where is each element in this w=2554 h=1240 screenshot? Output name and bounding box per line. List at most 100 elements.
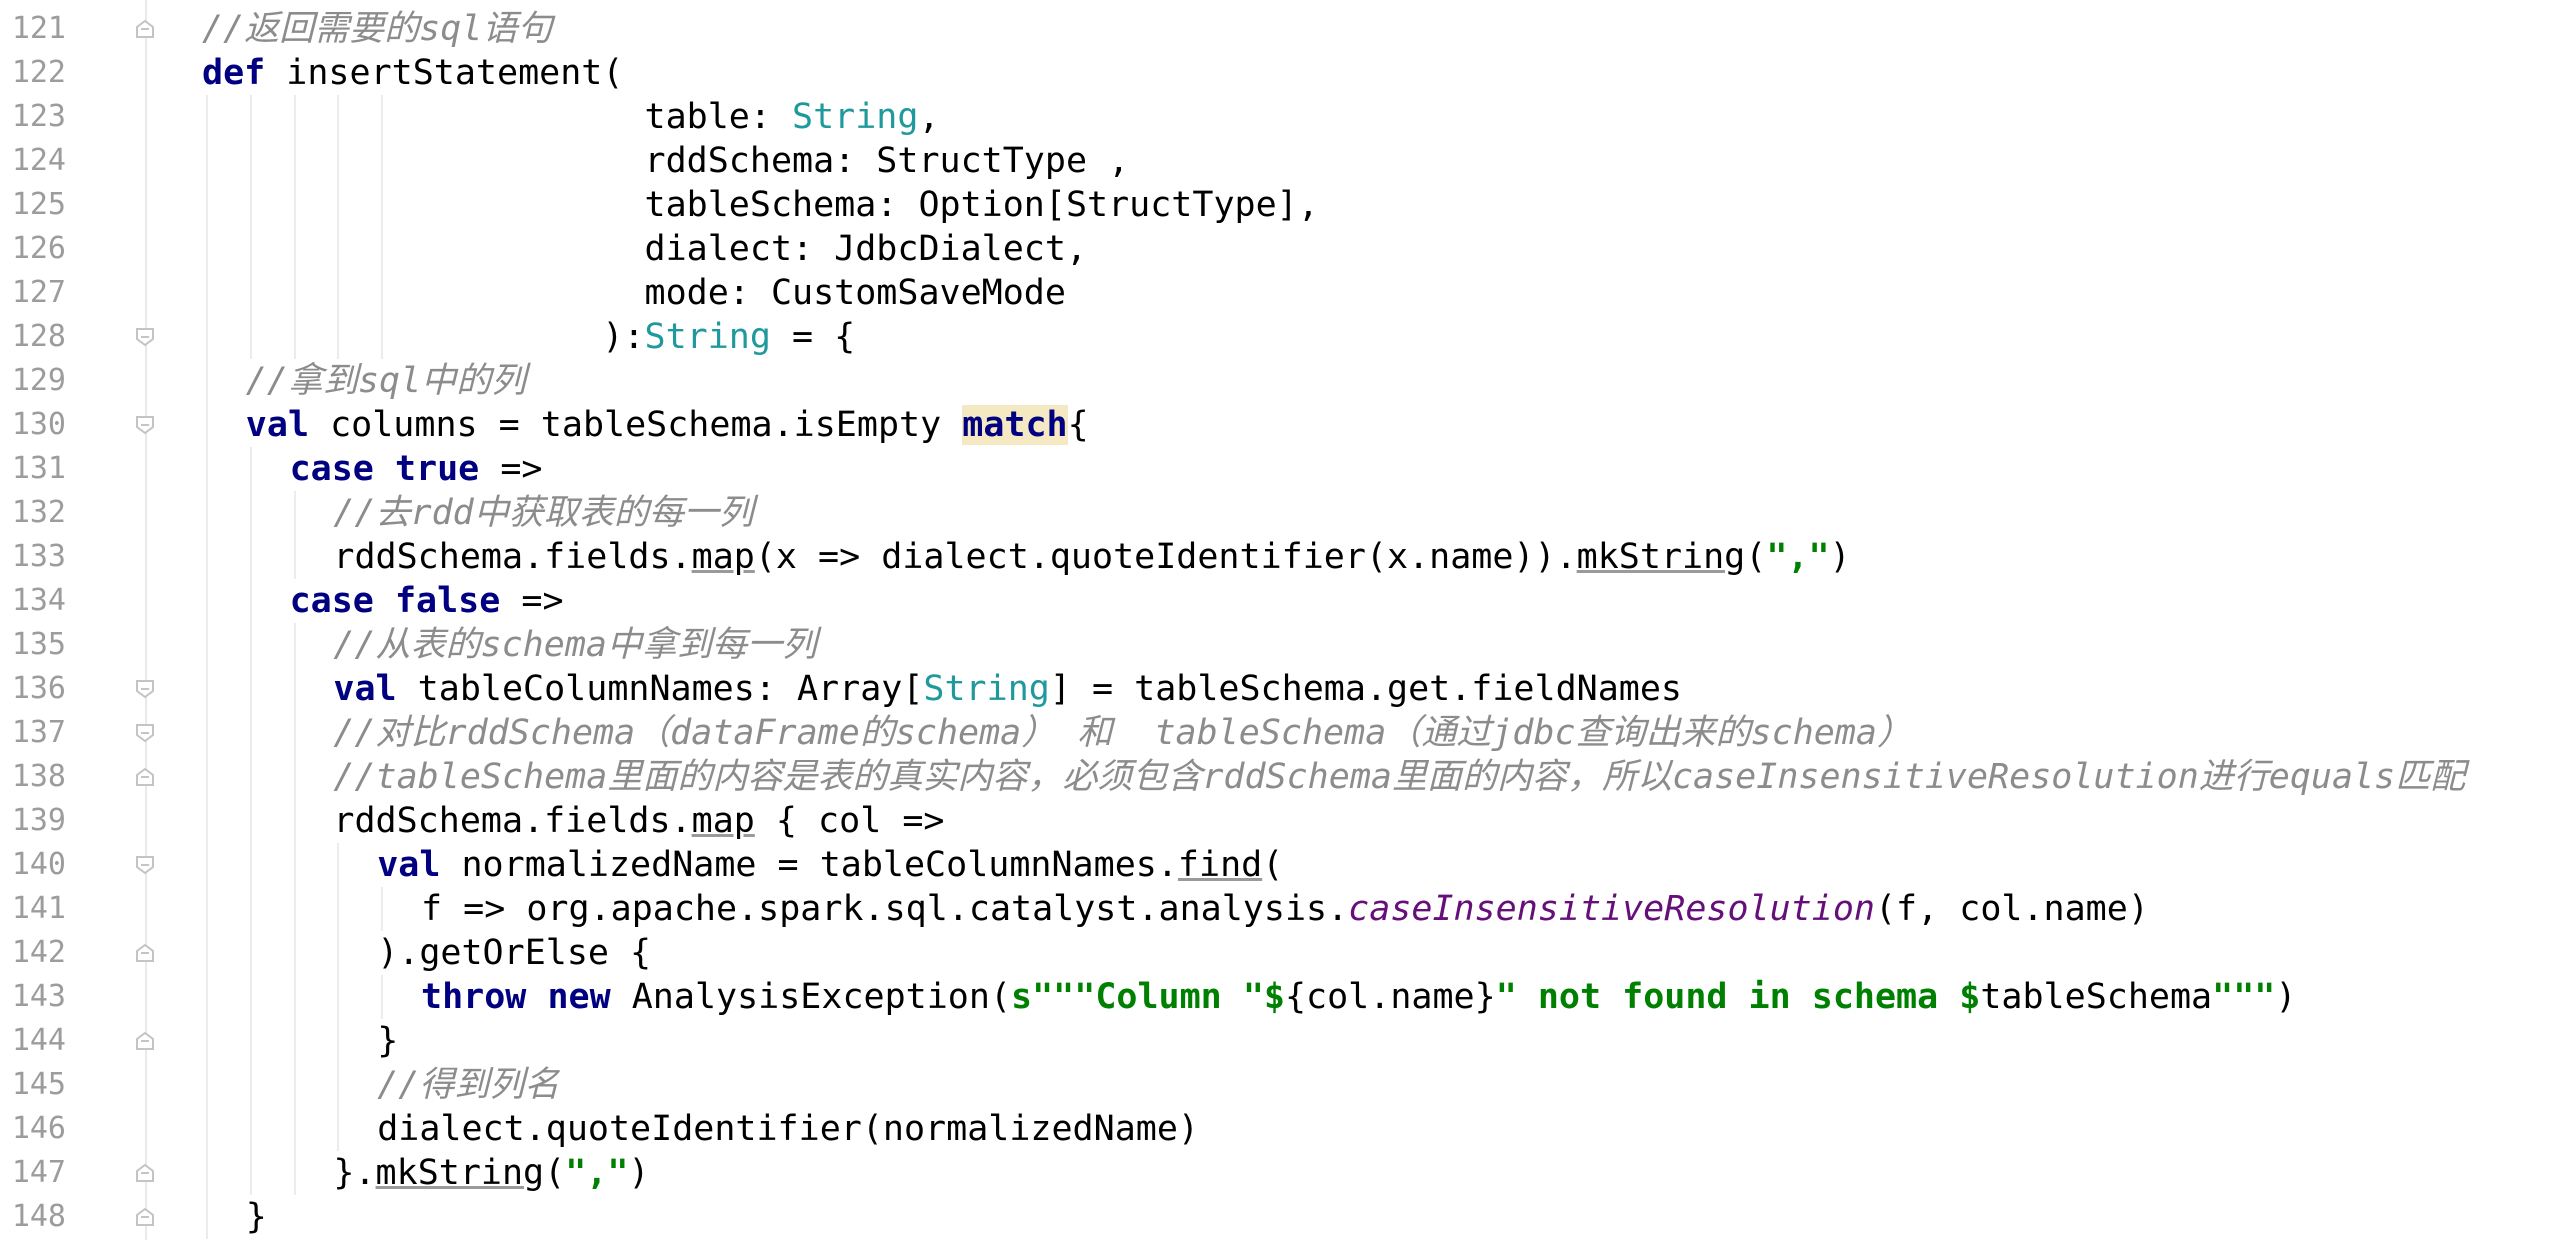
code-token: //得到列名 [377, 1065, 560, 1105]
code-line[interactable]: val normalizedName = tableColumnNames.fi… [377, 843, 2554, 887]
line-number: 148 [11, 1199, 66, 1234]
code-token: rddSchema.fields. [333, 537, 692, 577]
indent-guide [381, 975, 384, 1019]
code-token: String [644, 317, 771, 357]
code-token: dialect.quoteIdentifier(normalizedName) [377, 1109, 1199, 1149]
code-token: " not found in schema $ [1495, 977, 1981, 1017]
code-line[interactable]: rddSchema.fields.map(x => dialect.quoteI… [333, 535, 2554, 579]
line-number: 136 [11, 671, 66, 706]
code-line[interactable]: //tableSchema里面的内容是表的真实内容，必须包含rddSchema里… [333, 755, 2554, 799]
code-token: false [394, 581, 501, 621]
code-token: }. [333, 1153, 376, 1193]
line-number: 143 [11, 979, 66, 1014]
code-token: "," [1766, 537, 1830, 577]
code-line[interactable]: } [246, 1195, 2554, 1239]
line-number: 137 [11, 715, 66, 750]
code-token: ) [628, 1153, 650, 1193]
code-token: ( [1745, 537, 1767, 577]
code-line[interactable]: ).getOrElse { [377, 931, 2554, 975]
code-token: "," [565, 1153, 629, 1193]
code-token: => [479, 449, 543, 489]
code-token: table: [202, 97, 793, 137]
code-token: , [918, 97, 940, 137]
line-number: 139 [11, 803, 66, 838]
fold-end-icon[interactable] [134, 942, 156, 964]
code-line[interactable]: f => org.apache.spark.sql.catalyst.analy… [421, 887, 2554, 931]
code-line[interactable]: //返回需要的sql语句 [202, 7, 2554, 51]
line-number: 140 [11, 847, 66, 882]
code-line[interactable]: throw new AnalysisException(s"""Column "… [421, 975, 2554, 1019]
code-token: mkString [1576, 537, 1746, 577]
code-token: ) [1829, 537, 1851, 577]
code-token: rddSchema: StructType , [202, 141, 1130, 181]
indent-guide [381, 887, 384, 931]
fold-end-icon[interactable] [134, 1162, 156, 1184]
line-number: 144 [11, 1023, 66, 1058]
code-token: true [394, 449, 480, 489]
code-line[interactable]: rddSchema.fields.map { col => [333, 799, 2554, 843]
fold-start-icon[interactable] [134, 722, 156, 744]
code-token: tableSchema: Option[StructType], [202, 185, 1319, 225]
fold-start-icon[interactable] [134, 326, 156, 348]
code-line[interactable]: val columns = tableSchema.isEmpty match{ [246, 403, 2554, 447]
indent-guide [293, 623, 296, 1195]
code-line[interactable]: val tableColumnNames: Array[String] = ta… [333, 667, 2554, 711]
fold-end-icon[interactable] [134, 766, 156, 788]
code-line[interactable]: //得到列名 [377, 1063, 2554, 1107]
code-line[interactable]: //去rdd中获取表的每一列 [333, 491, 2554, 535]
code-token: //拿到sql中的列 [245, 361, 527, 401]
line-number: 131 [11, 451, 66, 486]
code-token: } [245, 1197, 267, 1237]
code-line[interactable]: case true => [290, 447, 2554, 491]
code-line[interactable]: def insertStatement( [202, 51, 2554, 95]
code-token: ] = tableSchema.get.fieldNames [1049, 669, 1682, 709]
fold-end-icon[interactable] [134, 1206, 156, 1228]
fold-start-icon[interactable] [134, 414, 156, 436]
code-token: AnalysisException( [610, 977, 1012, 1017]
code-line[interactable]: } [377, 1019, 2554, 1063]
code-token: match [962, 405, 1068, 445]
fold-end-icon[interactable] [134, 1030, 156, 1052]
code-line[interactable]: table: String, [202, 95, 2554, 139]
code-token: } [377, 1021, 399, 1061]
code-line[interactable]: //从表的schema中拿到每一列 [333, 623, 2554, 667]
code-line[interactable]: dialect.quoteIdentifier(normalizedName) [377, 1107, 2554, 1151]
line-number: 133 [11, 539, 66, 574]
code-token: f => org.apache.spark.sql.catalyst.analy… [421, 889, 1349, 929]
code-token: ).getOrElse { [377, 933, 652, 973]
code-line[interactable]: mode: CustomSaveMode [202, 271, 2554, 315]
code-line[interactable]: case false => [290, 579, 2554, 623]
line-number: 145 [11, 1067, 66, 1102]
code-token: dialect: JdbcDialect, [202, 229, 1088, 269]
line-number: 128 [11, 319, 66, 354]
fold-start-icon[interactable] [134, 678, 156, 700]
code-token: tableSchema [1980, 977, 2213, 1017]
code-token: //从表的schema中拿到每一列 [333, 625, 817, 665]
code-line[interactable]: ):String = { [202, 315, 2554, 359]
code-token: { col => [754, 801, 945, 841]
code-token: new [547, 977, 611, 1017]
fold-end-icon[interactable] [134, 18, 156, 40]
code-token: case [289, 449, 374, 489]
line-number: 121 [11, 11, 66, 46]
code-line[interactable]: tableSchema: Option[StructType], [202, 183, 2554, 227]
line-number: 135 [11, 627, 66, 662]
code-line[interactable]: }.mkString(",") [333, 1151, 2554, 1195]
code-line[interactable]: dialect: JdbcDialect, [202, 227, 2554, 271]
code-token: rddSchema.fields. [333, 801, 692, 841]
code-token: {col.name} [1284, 977, 1496, 1017]
code-line[interactable]: //对比rddSchema（dataFrame的schema） 和 tableS… [333, 711, 2554, 755]
line-number: 146 [11, 1111, 66, 1146]
code-line[interactable]: //拿到sql中的列 [246, 359, 2554, 403]
code-token: (f, col.name) [1874, 889, 2149, 929]
code-token: (x => dialect.quoteIdentifier(x.name)). [754, 537, 1577, 577]
code-token: ) [2275, 977, 2297, 1017]
code-token: find [1177, 845, 1263, 885]
code-line[interactable]: rddSchema: StructType , [202, 139, 2554, 183]
line-number: 142 [11, 935, 66, 970]
fold-start-icon[interactable] [134, 854, 156, 876]
code-token: tableColumnNames: Array[ [396, 669, 924, 709]
